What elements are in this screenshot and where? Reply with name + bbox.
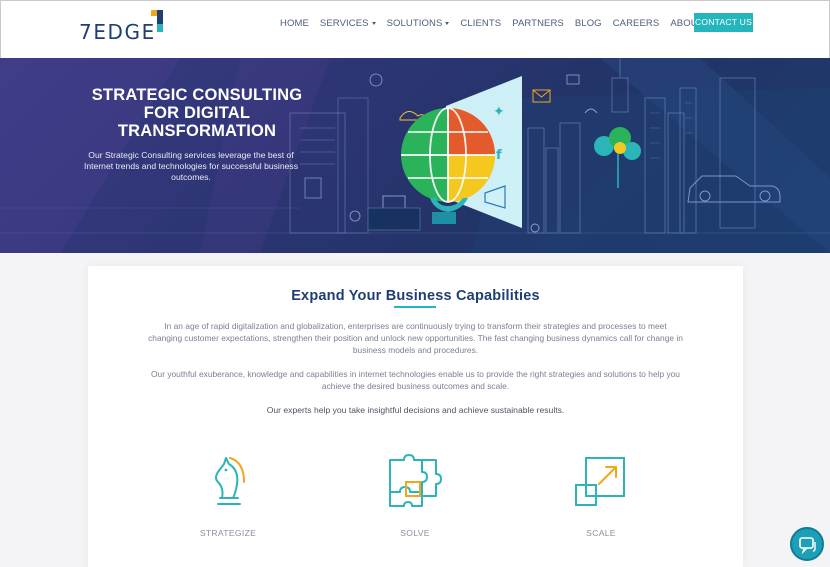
nav-label: HOME: [280, 17, 309, 29]
feature-label: STRATEGIZE: [199, 528, 257, 538]
capabilities-paragraph: Our youthful exuberance, knowledge and c…: [151, 369, 680, 391]
nav-label: SERVICES: [319, 17, 369, 29]
chevron-down-icon: [371, 21, 376, 25]
chevron-down-icon: [445, 21, 450, 25]
scale-arrow-icon: [575, 457, 625, 506]
logo-text: 7EDGE: [79, 20, 156, 44]
nav-solutions[interactable]: SOLUTIONS: [387, 18, 450, 29]
nav-label: CAREERS: [612, 17, 660, 29]
feature-strategize: STRATEGIZE: [178, 454, 278, 538]
nav-label: BLOG: [574, 17, 602, 29]
nav-label: CLIENTS: [460, 17, 502, 29]
site-header: 7EDGE HOME SERVICES SOLUTIONS CLIENTS PA…: [0, 0, 830, 58]
logo-mark-icon: [151, 10, 165, 32]
nav-careers[interactable]: CAREERS: [613, 18, 660, 29]
nav-clients[interactable]: CLIENTS: [460, 18, 501, 29]
chat-button[interactable]: [790, 527, 824, 561]
hero-banner: ✦ f STRATEGIC CONSULTING FOR DIGITAL TRA…: [0, 58, 830, 253]
hero-subtitle: Our Strategic Consulting services levera…: [83, 150, 298, 182]
logo[interactable]: 7EDGE: [79, 10, 171, 44]
svg-text:✦: ✦: [493, 104, 505, 120]
puzzle-icon: [389, 454, 442, 507]
chess-knight-icon: [215, 457, 245, 505]
title-underline: [394, 306, 436, 308]
feature-label: SCALE: [586, 528, 616, 538]
nav-label: SOLUTIONS: [386, 17, 443, 29]
feature-scale: SCALE: [551, 454, 651, 538]
nav-blog[interactable]: BLOG: [575, 18, 602, 29]
main-nav: HOME SERVICES SOLUTIONS CLIENTS PARTNERS…: [280, 13, 738, 33]
nav-home[interactable]: HOME: [280, 18, 309, 29]
contact-us-button[interactable]: CONTACT US: [694, 13, 753, 32]
section-title: Expand Your Business Capabilities: [291, 288, 540, 304]
feature-solve: SOLVE: [365, 454, 465, 538]
hero-title: STRATEGIC CONSULTING FOR DIGITAL TRANSFO…: [91, 86, 303, 140]
capabilities-section: Expand Your Business Capabilities In an …: [88, 266, 743, 567]
nav-services[interactable]: SERVICES: [320, 18, 376, 29]
svg-text:f: f: [496, 148, 502, 163]
intro-paragraph: In an age of rapid digitalization and gl…: [148, 321, 683, 355]
feature-label: SOLVE: [400, 528, 430, 538]
nav-label: PARTNERS: [512, 17, 564, 29]
nav-partners[interactable]: PARTNERS: [512, 18, 564, 29]
chat-icon: [799, 537, 816, 554]
experts-paragraph: Our experts help you take insightful dec…: [266, 405, 565, 415]
